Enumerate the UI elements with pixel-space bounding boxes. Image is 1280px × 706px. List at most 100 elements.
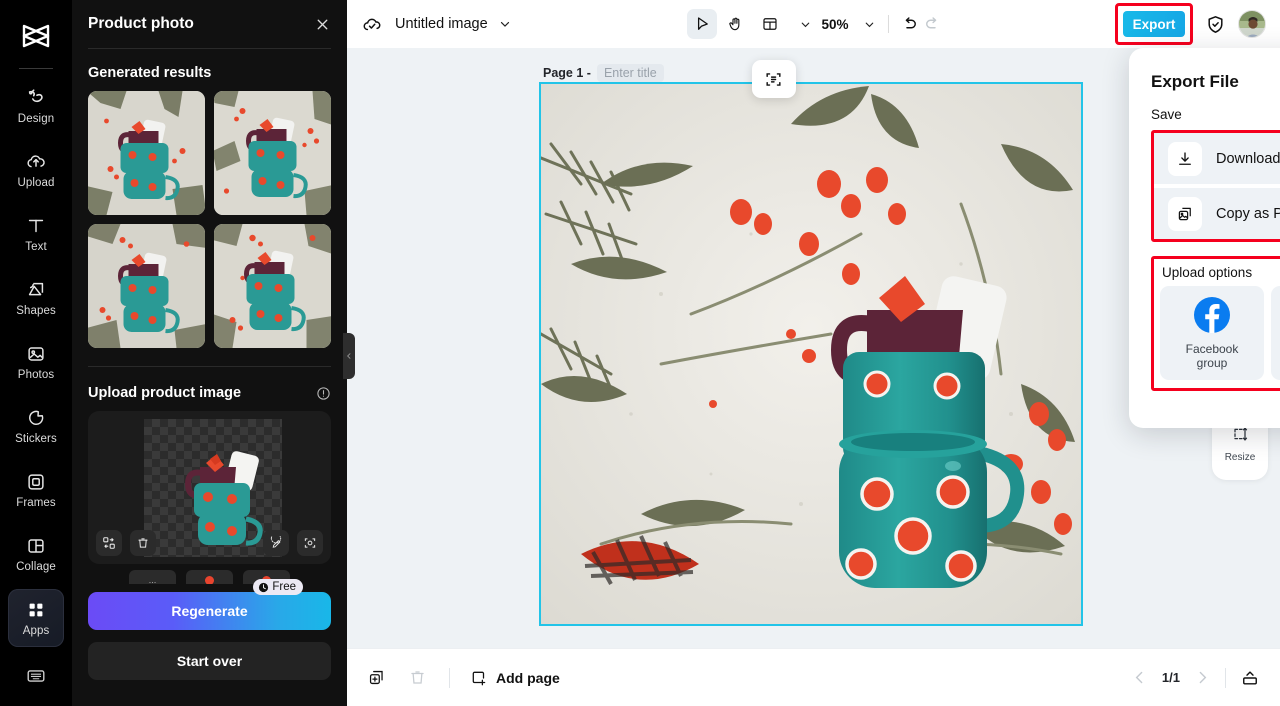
sidebar-item-collage[interactable]: Collage [8,525,64,583]
style-chip[interactable] [186,570,233,584]
sidebar-item-upload[interactable]: Upload [8,141,64,199]
top-toolbar: Untitled image 50% Export [347,0,1280,48]
panel-title: Product photo [88,15,194,32]
upload-option-facebook-page[interactable]: Facebook Page [1271,286,1280,380]
download-option[interactable]: Download [1154,133,1280,184]
start-over-button[interactable]: Start over [88,642,331,680]
shield-check-icon[interactable] [1205,14,1226,35]
sidebar-item-apps[interactable]: Apps [8,589,64,647]
avatar[interactable] [1238,10,1266,38]
generated-result-thumb[interactable] [214,224,331,348]
page-title-input[interactable]: Enter title [596,64,664,82]
dock-item-label: Resize [1224,452,1256,463]
page-number-label: Page 1 - [543,66,591,80]
copy-as-png-option[interactable]: Copy as PNG [1154,188,1280,239]
present-icon[interactable] [1240,668,1260,688]
artboard[interactable] [539,82,1083,626]
shapes-icon [25,279,47,301]
chevron-down-icon[interactable] [798,18,811,31]
export-button[interactable]: Export [1123,11,1185,37]
add-page-icon [470,669,488,687]
generated-results-grid [88,91,331,348]
capcut-logo[interactable] [16,16,56,56]
sidebar-item-design[interactable]: Design [8,77,64,135]
sidebar-item-label: Collage [16,561,56,573]
generated-result-thumb[interactable] [214,91,331,215]
panel-header: Product photo [72,0,347,48]
document-title[interactable]: Untitled image [395,16,488,32]
upload-options-grid: Facebook group Facebook Page [1160,286,1280,380]
prev-page-icon[interactable] [1131,669,1148,686]
regenerate-label: Regenerate [171,603,248,619]
modal-title: Export File [1151,72,1239,91]
page-indicator: 1/1 [1161,670,1180,685]
topbar-right: Export [1115,3,1266,45]
upload-options-highlight: Upload options Facebook group [1151,256,1280,391]
undo-icon[interactable] [901,15,919,33]
generated-result-thumb[interactable] [88,224,205,348]
page-navigation: 1/1 [1131,667,1260,688]
sidebar-item-shapes[interactable]: Shapes [8,269,64,327]
sidebar-item-label: Photos [17,369,55,381]
chevron-down-icon[interactable] [498,17,512,31]
capcut-editor: Design Upload Text Shapes Photos Sticker… [0,0,1280,706]
regenerate-button[interactable]: Regenerate Free [88,579,331,630]
next-page-icon[interactable] [1194,669,1211,686]
upload-option-facebook-group[interactable]: Facebook group [1160,286,1264,380]
save-options-highlight: Download Copy as PNG [1151,130,1280,242]
sidebar-item-photos[interactable]: Photos [8,333,64,391]
duplicate-page-icon[interactable] [367,668,386,687]
cloud-saved-icon [361,13,383,35]
free-badge: Free [253,579,303,595]
floating-canvas-toolbar[interactable] [752,60,796,98]
bottom-divider [449,667,450,688]
generated-result-thumb[interactable] [88,91,205,215]
save-section-label: Save [1151,107,1182,122]
sidebar-item-stickers[interactable]: Stickers [8,397,64,455]
layout-tool[interactable] [754,9,784,39]
design-icon [25,87,47,109]
select-subject-icon[interactable] [764,70,783,89]
uploaded-product-image[interactable] [88,411,331,564]
copy-image-icon [1168,196,1202,231]
chevron-down-icon[interactable] [863,18,876,31]
add-page-button[interactable]: Add page [470,669,560,687]
facebook-icon [1194,296,1230,333]
keyboard-shortcuts-icon[interactable] [25,665,47,692]
replace-icon[interactable] [96,530,122,556]
sidebar-item-label: Design [17,113,55,125]
hand-tool[interactable] [720,9,750,39]
sidebar-item-label: Shapes [16,305,56,317]
select-tool[interactable] [686,9,717,39]
panel-divider [88,48,331,49]
sidebar-item-label: Stickers [15,433,57,445]
main-area: Untitled image 50% Export Page 1 - Enter… [347,0,1280,706]
style-chip[interactable]: … [129,570,176,584]
close-icon[interactable] [314,16,331,33]
sidebar-item-text[interactable]: Text [8,205,64,263]
collage-icon [25,535,47,557]
crop-focus-icon[interactable] [297,530,323,556]
clock-icon [258,582,269,593]
delete-page-icon[interactable] [408,668,427,687]
redo-icon[interactable] [923,15,941,33]
toolbar-divider [887,15,889,33]
sidebar-item-label: Upload [17,177,55,189]
page-label: Page 1 - Enter title [543,64,664,82]
sidebar-item-frames[interactable]: Frames [8,461,64,519]
info-icon[interactable] [316,386,331,401]
sidebar-item-label: Text [25,241,47,253]
magic-edit-icon[interactable] [263,530,289,556]
upload-options-title: Upload options [1162,265,1253,280]
canvas-tools: 50% [686,9,940,39]
text-icon [25,215,47,237]
copy-as-png-label: Copy as PNG [1216,205,1280,222]
zoom-level[interactable]: 50% [821,17,848,32]
sidebar-item-label: Frames [16,497,56,509]
section-divider [88,366,331,367]
start-over-label: Start over [176,653,243,669]
free-badge-label: Free [272,581,296,593]
delete-icon[interactable] [130,530,156,556]
rail-divider [19,68,53,69]
panel-collapse-handle[interactable] [343,333,355,379]
